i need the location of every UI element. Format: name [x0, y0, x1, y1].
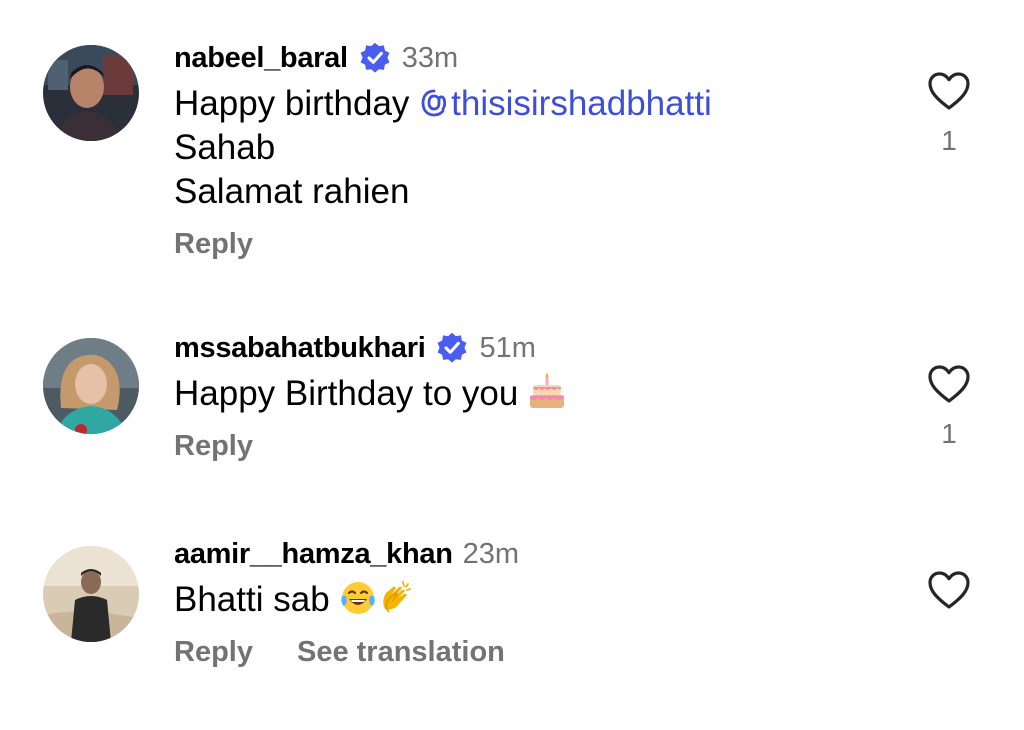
comment-item: aamir__hamza_khan 23m Bhatti sab Reply S…: [0, 536, 1024, 696]
comment-text-line: Happy Birthday to you: [174, 374, 529, 413]
verified-badge-icon: [360, 42, 390, 73]
like-control: 1: [926, 364, 972, 450]
like-control: 1: [926, 71, 972, 157]
comment-text-line: Sahab: [174, 128, 276, 167]
heart-icon[interactable]: [927, 364, 971, 404]
username[interactable]: aamir__hamza_khan: [174, 538, 453, 571]
like-count: 1: [941, 125, 957, 156]
user-mention-link[interactable]: thisisirshadbhatti: [451, 84, 712, 123]
reply-button[interactable]: Reply: [174, 228, 253, 261]
avatar[interactable]: [43, 338, 139, 434]
comment-actions: Reply See translation: [174, 636, 924, 669]
comment-header: mssabahatbukhari 51m: [174, 330, 924, 366]
comment-body: nabeel_baral 33m Happy birthday thisisir…: [174, 40, 924, 261]
avatar[interactable]: [43, 546, 139, 642]
comment-text-line: Salamat rahien: [174, 172, 410, 211]
see-translation-link[interactable]: See translation: [297, 636, 505, 669]
threads-mention-icon: [421, 89, 447, 117]
laughing-tears-icon: [341, 582, 376, 614]
comment-text: Happy Birthday to you: [174, 372, 924, 416]
timestamp: 51m: [479, 331, 536, 364]
heart-icon[interactable]: [927, 570, 971, 610]
comment-body: mssabahatbukhari 51m Happy Birthday to y…: [174, 330, 924, 463]
comment-header: nabeel_baral 33m: [174, 40, 924, 76]
comment-text: Happy birthday thisisirshadbhatti Sahab …: [174, 82, 924, 214]
clapping-hands-icon: [383, 581, 412, 613]
username[interactable]: nabeel_baral: [174, 42, 348, 75]
verified-badge-icon: [438, 332, 467, 363]
avatar[interactable]: [43, 45, 139, 141]
heart-icon[interactable]: [927, 71, 971, 111]
comment-body: aamir__hamza_khan 23m Bhatti sab Reply S…: [174, 536, 924, 669]
like-count: 1: [941, 418, 957, 449]
like-control: [926, 570, 972, 610]
comment-item: nabeel_baral 33m Happy birthday thisisir…: [0, 40, 1024, 280]
username[interactable]: mssabahatbukhari: [174, 332, 426, 365]
comment-actions: Reply: [174, 430, 924, 463]
comment-item: mssabahatbukhari 51m Happy Birthday to y…: [0, 330, 1024, 480]
birthday-cake-icon: [530, 373, 565, 408]
comment-header: aamir__hamza_khan 23m: [174, 536, 924, 572]
comment-text-prefix: Happy birthday: [174, 84, 420, 123]
comment-text-line: Bhatti sab: [174, 580, 340, 619]
timestamp: 33m: [401, 41, 459, 74]
timestamp: 23m: [462, 537, 520, 570]
comment-text: Bhatti sab: [174, 578, 924, 622]
reply-button[interactable]: Reply: [174, 636, 253, 669]
reply-button[interactable]: Reply: [174, 430, 253, 463]
comment-actions: Reply: [174, 228, 924, 261]
